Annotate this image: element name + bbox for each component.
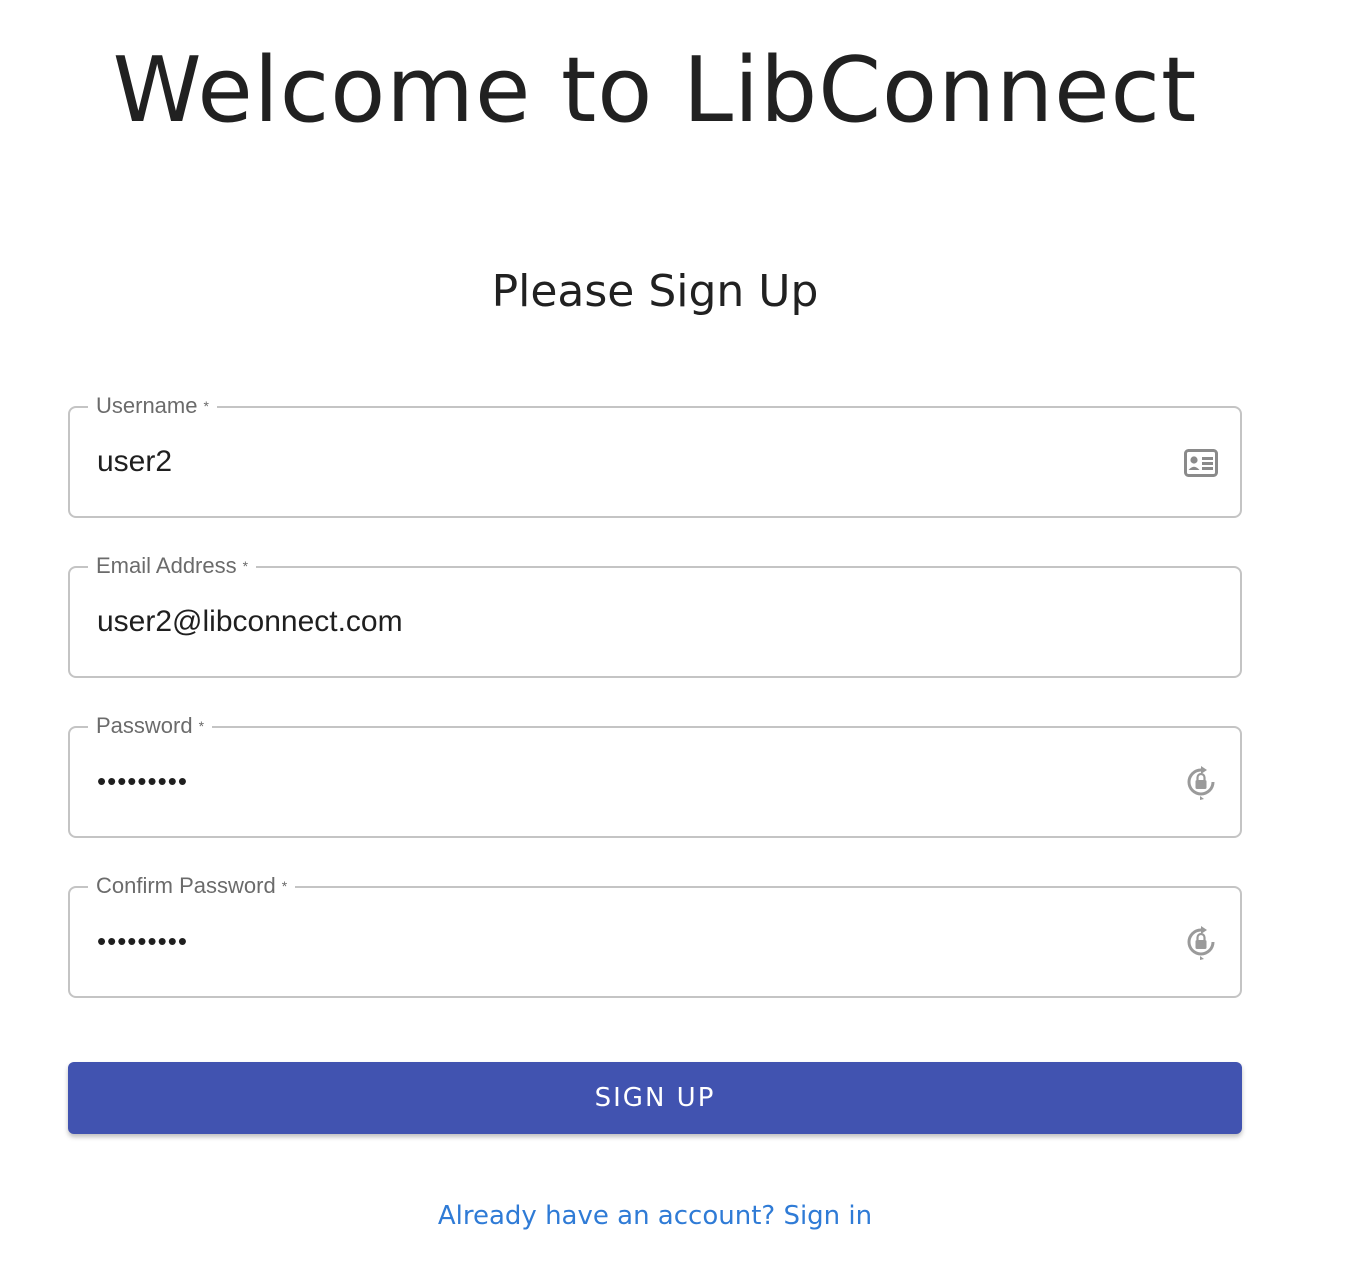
email-field[interactable]: Email Address * user2@libconnect.com <box>68 552 1242 678</box>
username-input[interactable]: user2 <box>97 442 172 482</box>
password-field[interactable]: Password * ••••••••• <box>68 712 1242 838</box>
password-input[interactable]: ••••••••• <box>97 761 188 801</box>
email-input[interactable]: user2@libconnect.com <box>97 602 403 642</box>
required-mark: * <box>203 398 209 414</box>
contact-card-icon <box>1182 444 1220 482</box>
required-mark: * <box>242 558 249 574</box>
lock-reset-icon[interactable] <box>1182 764 1220 802</box>
confirm-password-field[interactable]: Confirm Password * ••••••••• <box>68 872 1242 998</box>
confirm-password-label-text: Confirm Password <box>96 873 276 898</box>
password-label: Password * <box>88 712 213 740</box>
page-title: Welcome to LibConnect <box>112 38 1198 143</box>
password-label-text: Password <box>96 713 193 738</box>
form-title: Please Sign Up <box>491 266 819 317</box>
lock-reset-icon[interactable] <box>1182 924 1220 962</box>
required-mark: * <box>198 718 205 734</box>
confirm-password-input[interactable]: ••••••••• <box>97 921 188 961</box>
confirm-password-label: Confirm Password * <box>88 872 296 900</box>
username-field[interactable]: Username * user2 <box>68 392 1242 518</box>
username-label: Username * <box>88 392 217 420</box>
required-mark: * <box>281 878 288 894</box>
email-label: Email Address * <box>88 552 257 580</box>
sign-up-button[interactable]: SIGN UP <box>68 1062 1242 1134</box>
email-label-text: Email Address <box>96 553 237 578</box>
sign-in-link[interactable]: Already have an account? Sign in <box>0 1198 1310 1234</box>
username-label-text: Username <box>96 393 198 418</box>
